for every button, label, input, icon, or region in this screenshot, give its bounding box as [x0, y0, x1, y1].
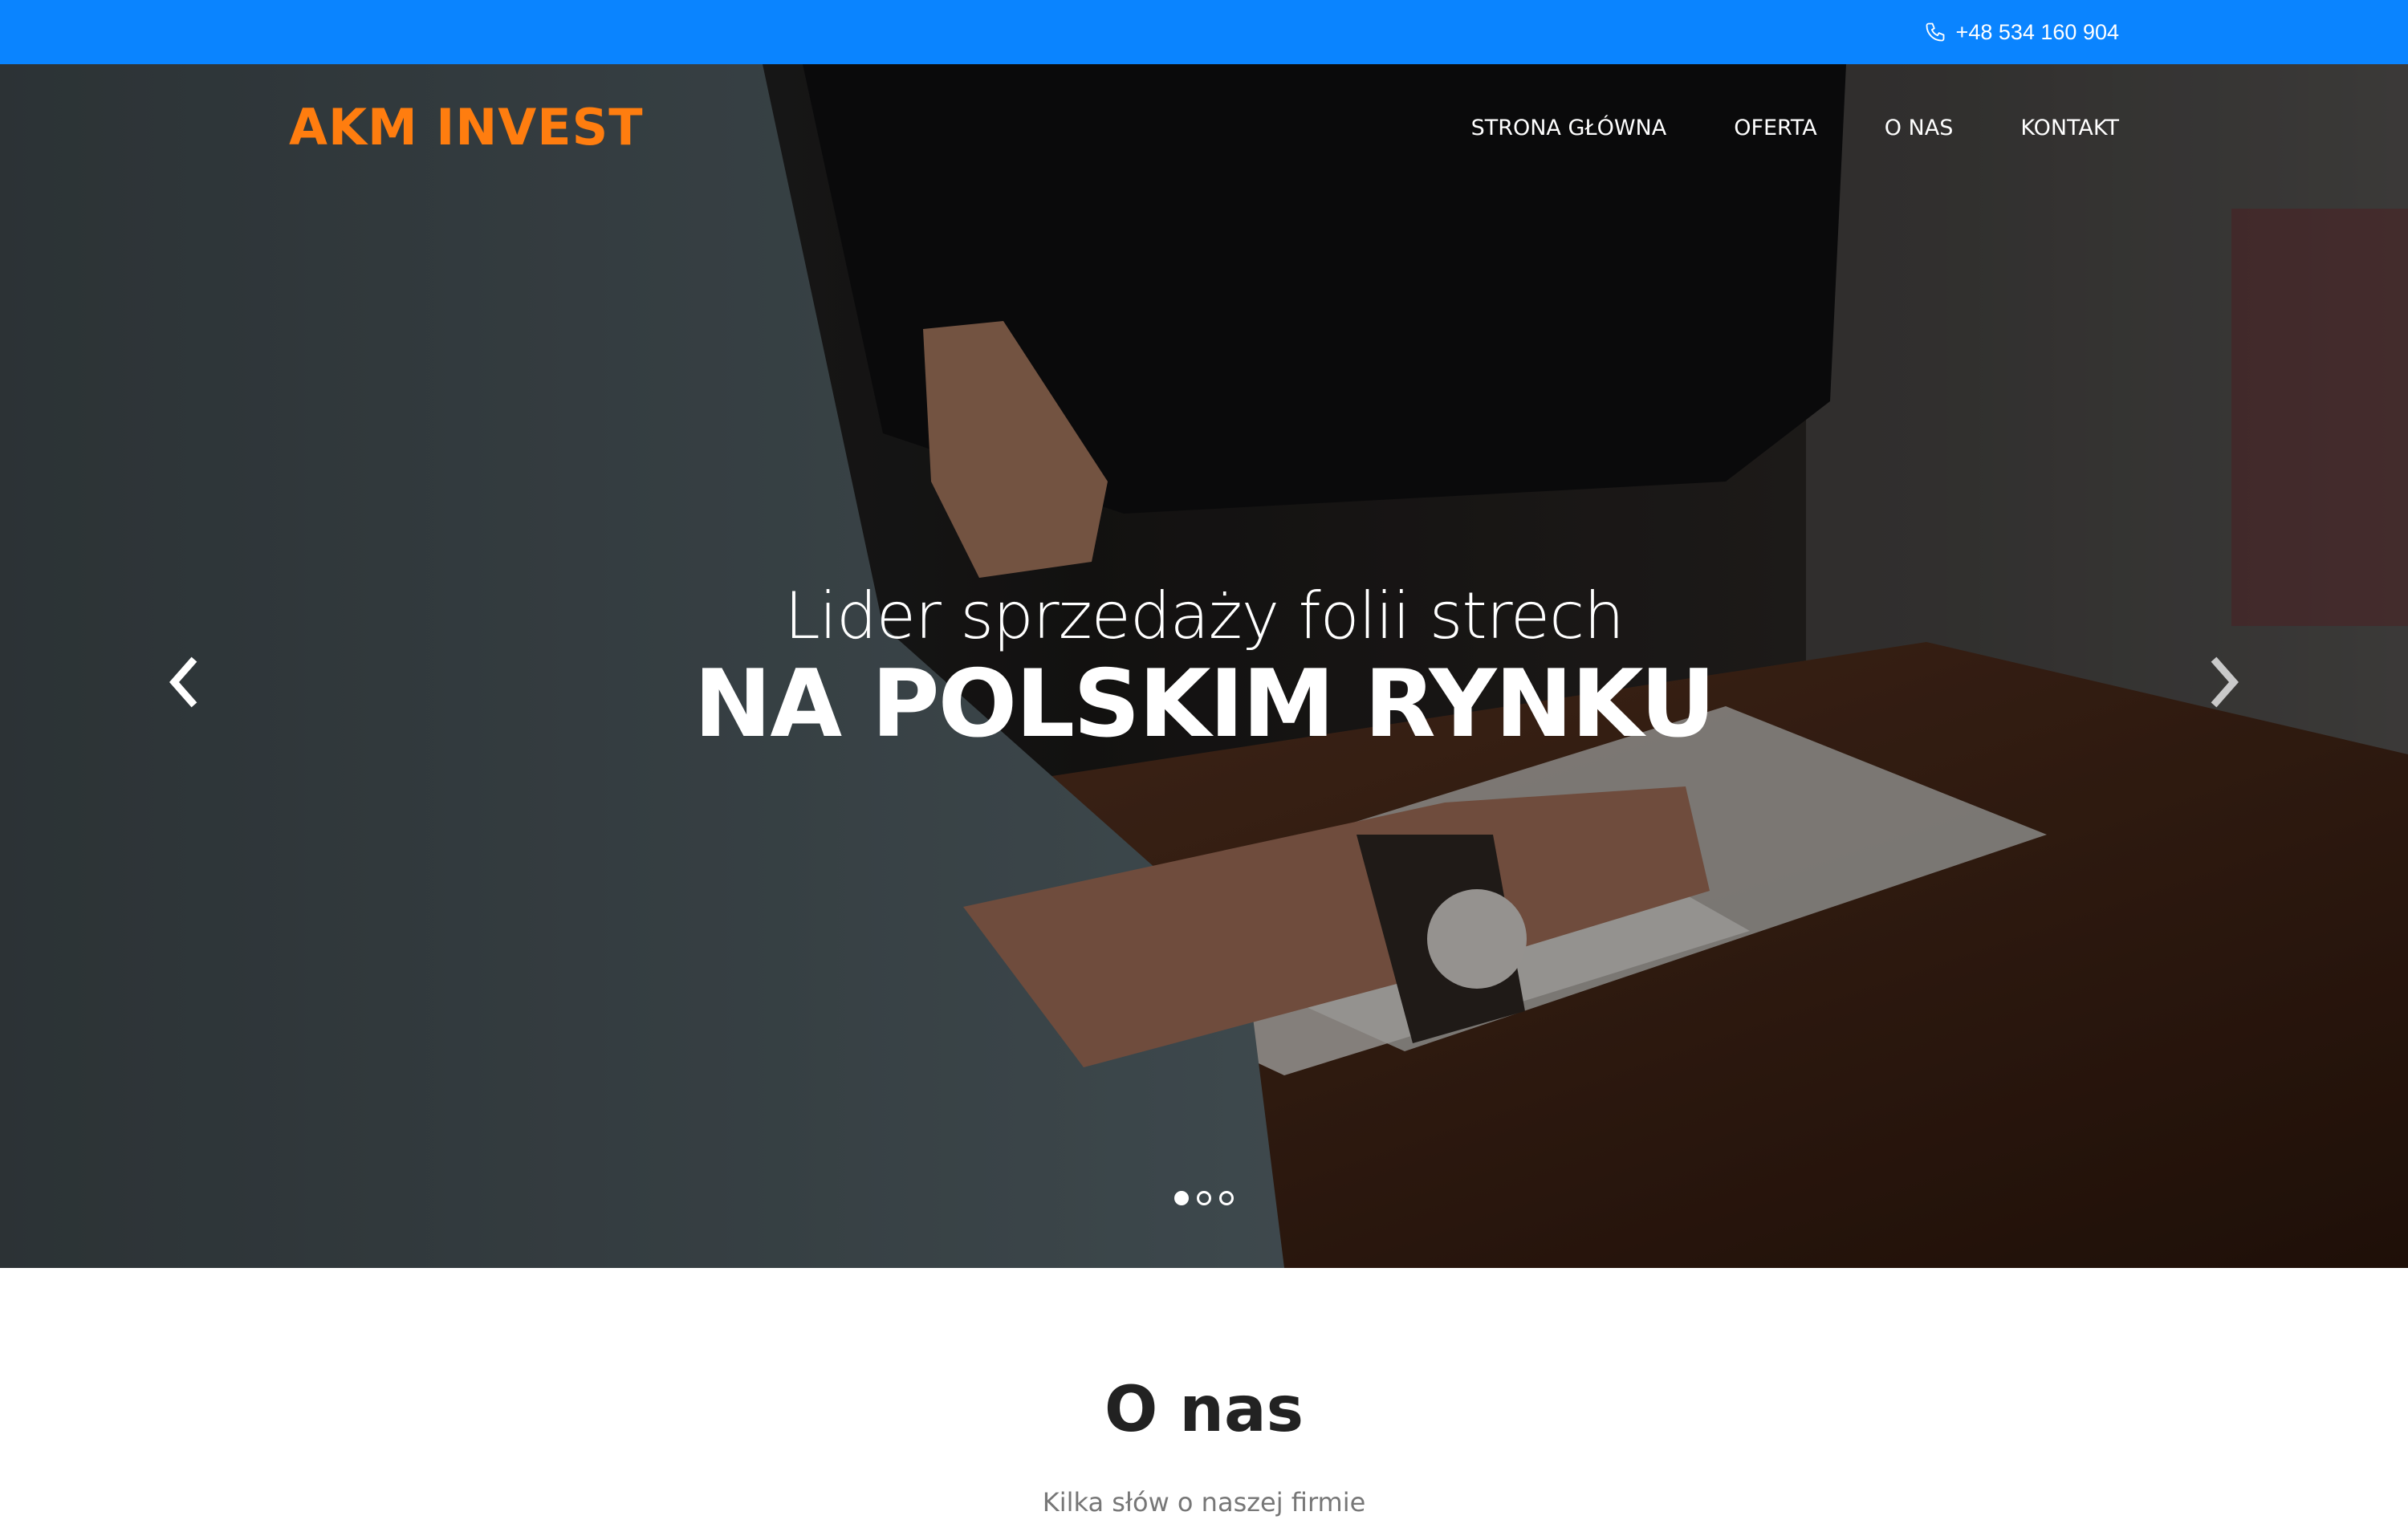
- slide-indicator-3[interactable]: [1219, 1191, 1234, 1205]
- slider-next-button[interactable]: [2199, 650, 2247, 714]
- slide-indicator-2[interactable]: [1197, 1191, 1211, 1205]
- main-nav: STRONA GŁÓWNA OFERTA O NAS KONTAKT: [1471, 117, 2119, 139]
- chevron-left-icon: [165, 654, 205, 710]
- about-section-subtitle: Kilka słów o naszej firmie: [1042, 1487, 1366, 1518]
- phone-number[interactable]: +48 534 160 904: [1956, 20, 2119, 45]
- site-logo[interactable]: AKM INVEST: [289, 103, 644, 152]
- hero-subtitle: Lider sprzedaży folii strech: [784, 579, 1625, 653]
- top-contact-bar: +48 534 160 904: [0, 0, 2408, 64]
- nav-item-kontakt[interactable]: KONTAKT: [2020, 117, 2119, 139]
- hero-slider: AKM INVEST STRONA GŁÓWNA OFERTA O NAS KO…: [0, 64, 2408, 1268]
- phone-icon: [1924, 21, 1946, 43]
- slider-indicators: [0, 1191, 2408, 1205]
- slide-indicator-1[interactable]: [1174, 1191, 1189, 1205]
- phone-contact[interactable]: +48 534 160 904: [1924, 0, 2119, 64]
- nav-item-strona-glowna[interactable]: STRONA GŁÓWNA: [1471, 117, 1667, 139]
- chevron-right-icon: [2203, 654, 2243, 710]
- hero-title: NA POLSKIM RYNKU: [694, 650, 1715, 758]
- about-section-title: O nas: [1104, 1374, 1304, 1446]
- nav-item-o-nas[interactable]: O NAS: [1885, 117, 1954, 139]
- nav-item-oferta[interactable]: OFERTA: [1734, 117, 1817, 139]
- slider-prev-button[interactable]: [161, 650, 209, 714]
